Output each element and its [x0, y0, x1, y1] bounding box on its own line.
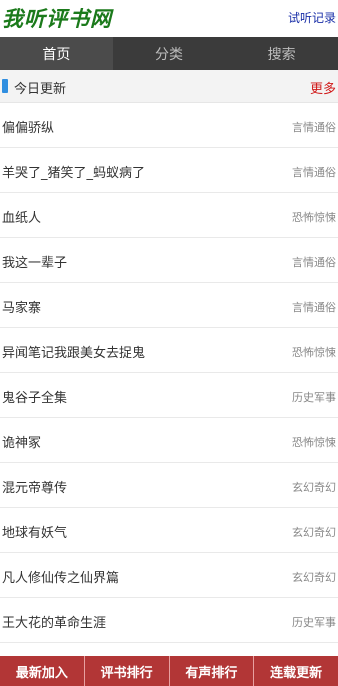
list-item[interactable]: 地球有妖气 玄幻奇幻	[0, 508, 338, 553]
item-title[interactable]: 异闻笔记我跟美女去捉鬼	[2, 342, 145, 361]
item-category[interactable]: 言情通俗	[292, 119, 336, 135]
item-title[interactable]: 血纸人	[2, 207, 41, 226]
update-list: 偏偏骄纵 言情通俗 羊哭了_猪笑了_蚂蚁病了 言情通俗 血纸人 恐怖惊悚 我这一辈子言…	[0, 103, 338, 643]
list-item[interactable]: 偏偏骄纵 言情通俗	[0, 103, 338, 148]
item-category[interactable]: 历史军事	[292, 614, 336, 630]
main-nav: 首页 分类 搜索	[0, 37, 338, 70]
list-item[interactable]: 王大花的革命生涯 历史军事	[0, 598, 338, 643]
tab-category[interactable]: 分类	[113, 37, 226, 70]
list-item[interactable]: 马家寨 言情通俗	[0, 283, 338, 328]
section-title: 今日更新	[14, 82, 67, 97]
list-item[interactable]: 异闻笔记我跟美女去捉鬼 恐怖惊悚	[0, 328, 338, 373]
latest-added-button[interactable]: 最新加入	[0, 656, 85, 686]
list-item[interactable]: 血纸人 恐怖惊悚	[0, 193, 338, 238]
tab-home[interactable]: 首页	[0, 37, 113, 70]
site-header: 我听评书网 试听记录	[0, 0, 338, 37]
item-category[interactable]: 言情通俗	[292, 164, 336, 180]
item-title[interactable]: 羊哭了_猪笑了_蚂蚁病了	[2, 162, 145, 181]
audio-ranking-button[interactable]: 有声排行	[169, 656, 255, 686]
item-title[interactable]: 马家寨	[2, 297, 41, 316]
pingshu-ranking-button[interactable]: 评书排行	[84, 656, 170, 686]
item-category[interactable]: 历史军事	[292, 389, 336, 405]
item-title[interactable]: 偏偏骄纵	[2, 117, 54, 136]
list-item[interactable]: 凡人修仙传之仙界篇 玄幻奇幻	[0, 553, 338, 598]
list-item[interactable]: 混元帝尊传 玄幻奇幻	[0, 463, 338, 508]
item-category[interactable]: 玄幻奇幻	[292, 524, 336, 540]
item-title[interactable]: 鬼谷子全集	[2, 387, 67, 406]
list-item[interactable]: 羊哭了_猪笑了_蚂蚁病了 言情通俗	[0, 148, 338, 193]
item-title[interactable]: 我这一辈子	[2, 252, 67, 271]
more-link[interactable]: 更多	[310, 78, 336, 97]
today-update-header: 今日更新 更多	[0, 70, 338, 103]
list-item[interactable]: 我这一辈子 言情通俗	[0, 238, 338, 283]
item-category[interactable]: 言情通俗	[292, 299, 336, 315]
item-category[interactable]: 恐怖惊悚	[292, 344, 336, 360]
serial-update-button[interactable]: 连载更新	[254, 656, 338, 686]
list-item[interactable]: 鬼谷子全集 历史军事	[0, 373, 338, 418]
tab-search[interactable]: 搜索	[225, 37, 338, 70]
item-title[interactable]: 诡神冢	[2, 432, 41, 451]
section-marker	[2, 79, 8, 93]
item-title[interactable]: 地球有妖气	[2, 522, 67, 541]
item-category[interactable]: 玄幻奇幻	[292, 479, 336, 495]
item-title[interactable]: 凡人修仙传之仙界篇	[2, 567, 119, 586]
item-category[interactable]: 言情通俗	[292, 254, 336, 270]
listen-history-link[interactable]: 试听记录	[288, 9, 336, 26]
item-title[interactable]: 王大花的革命生涯	[2, 612, 106, 631]
item-category[interactable]: 恐怖惊悚	[292, 209, 336, 225]
item-title[interactable]: 混元帝尊传	[2, 477, 67, 496]
item-category[interactable]: 玄幻奇幻	[292, 569, 336, 585]
list-item[interactable]: 诡神冢 恐怖惊悚	[0, 418, 338, 463]
site-logo[interactable]: 我听评书网	[2, 3, 112, 33]
bottom-nav: 最新加入 评书排行 有声排行 连载更新	[0, 656, 338, 686]
item-category[interactable]: 恐怖惊悚	[292, 434, 336, 450]
